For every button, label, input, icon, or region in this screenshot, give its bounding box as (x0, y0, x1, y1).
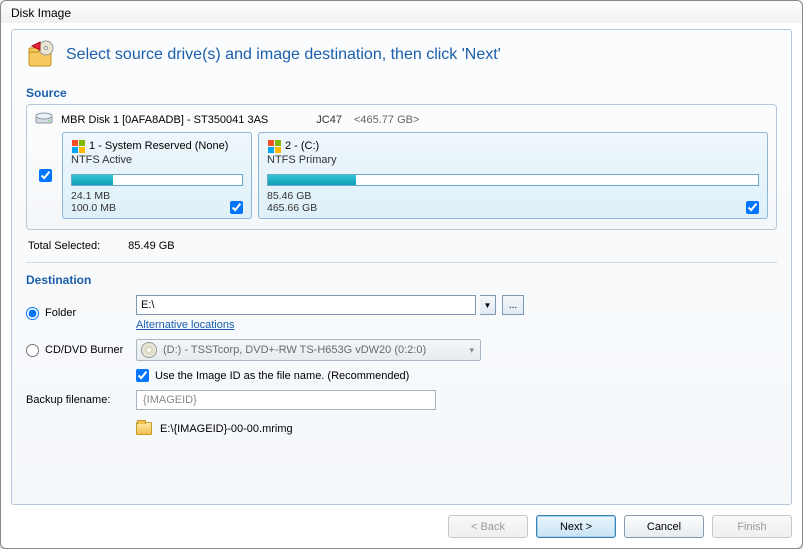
partition-1-title: 1 - System Reserved (None) (89, 140, 228, 152)
partition-1-usage-bar (71, 174, 243, 186)
use-image-id-checkbox[interactable] (136, 369, 149, 382)
disk-size: <465.77 GB> (354, 114, 419, 126)
folder-input[interactable] (136, 295, 476, 315)
alternative-locations-link[interactable]: Alternative locations (136, 319, 234, 331)
partition-1-sizes: 24.1 MB 100.0 MB (71, 190, 116, 214)
titlebar: Disk Image (1, 1, 802, 23)
content: Select source drive(s) and image destina… (1, 23, 802, 548)
dialog-window: Disk Image Select source drive(s) and im… (0, 0, 803, 549)
select-all-wrap (35, 132, 56, 219)
partition-2-total: 465.66 GB (267, 202, 317, 214)
disk-row: MBR Disk 1 [0AFA8ADB] - ST350041 3AS JC4… (35, 111, 768, 128)
source-box: MBR Disk 1 [0AFA8ADB] - ST350041 3AS JC4… (26, 104, 777, 230)
final-path-text: E:\{IMAGEID}-00-00.mrimg (160, 423, 293, 435)
folder-radio[interactable] (26, 307, 39, 320)
partition-1-total: 100.0 MB (71, 202, 116, 214)
windows-flag-icon (71, 139, 85, 153)
disk-image-icon (26, 40, 56, 70)
select-all-checkbox[interactable] (39, 169, 52, 182)
window-title: Disk Image (11, 6, 71, 20)
dvd-drive-icon (141, 342, 157, 358)
partition-2-usage-bar (267, 174, 759, 186)
partition-2[interactable]: 2 - (C:) NTFS Primary 85.46 GB 465.66 GB (258, 132, 768, 219)
totals-row: Total Selected: 85.49 GB (28, 240, 775, 252)
partition-2-footer: 85.46 GB 465.66 GB (267, 190, 759, 214)
partition-1-header: 1 - System Reserved (None) (71, 139, 243, 153)
burner-radio-label[interactable]: CD/DVD Burner (26, 344, 136, 357)
folder-radio-text: Folder (45, 307, 76, 319)
cancel-button[interactable]: Cancel (624, 515, 704, 538)
disk-meta: JC47 (316, 114, 342, 126)
burner-select[interactable]: (D:) - TSSTcorp, DVD+-RW TS-H653G vDW20 … (136, 339, 481, 361)
inner-panel: Select source drive(s) and image destina… (11, 29, 792, 505)
page-header: Select source drive(s) and image destina… (26, 40, 777, 70)
totals-label: Total Selected: (28, 240, 100, 252)
backup-filename-label: Backup filename: (26, 394, 136, 406)
destination-section-label: Destination (26, 273, 777, 287)
folder-cell: ▼ ... Alternative locations (136, 295, 777, 331)
windows-flag-icon (267, 139, 281, 153)
destination-grid: Folder ▼ ... Alternative locations CD/DV… (26, 295, 777, 435)
totals-value: 85.49 GB (128, 240, 174, 252)
use-image-id-row[interactable]: Use the Image ID as the file name. (Reco… (136, 369, 777, 382)
burner-value: (D:) - TSSTcorp, DVD+-RW TS-H653G vDW20 … (163, 344, 426, 356)
partition-1-usage-fill (72, 175, 113, 185)
folder-radio-label[interactable]: Folder (26, 307, 136, 320)
browse-button[interactable]: ... (502, 295, 524, 315)
final-path-row: E:\{IMAGEID}-00-00.mrimg (136, 422, 777, 435)
burner-radio[interactable] (26, 344, 39, 357)
partition-2-header: 2 - (C:) (267, 139, 759, 153)
partition-2-sizes: 85.46 GB 465.66 GB (267, 190, 317, 214)
hard-drive-icon (35, 111, 53, 128)
page-title: Select source drive(s) and image destina… (66, 46, 501, 64)
next-button[interactable]: Next > (536, 515, 616, 538)
backup-filename-input (136, 390, 436, 410)
use-image-id-label: Use the Image ID as the file name. (Reco… (155, 370, 409, 382)
source-section-label: Source (26, 86, 777, 100)
back-button: < Back (448, 515, 528, 538)
partition-1-sub: NTFS Active (71, 154, 243, 166)
finish-button: Finish (712, 515, 792, 538)
partition-1-footer: 24.1 MB 100.0 MB (71, 190, 243, 214)
partition-1[interactable]: 1 - System Reserved (None) NTFS Active 2… (62, 132, 252, 219)
partition-2-checkbox[interactable] (746, 201, 759, 214)
burner-radio-text: CD/DVD Burner (45, 344, 123, 356)
partition-2-title: 2 - (C:) (285, 140, 319, 152)
folder-input-row: ▼ ... (136, 295, 777, 315)
folder-icon (136, 422, 152, 435)
partition-2-sub: NTFS Primary (267, 154, 759, 166)
partitions-container: 1 - System Reserved (None) NTFS Active 2… (35, 132, 768, 219)
button-bar: < Back Next > Cancel Finish (11, 515, 792, 538)
partition-2-usage-fill (268, 175, 356, 185)
burner-cell: (D:) - TSSTcorp, DVD+-RW TS-H653G vDW20 … (136, 339, 777, 361)
partition-1-used: 24.1 MB (71, 190, 116, 202)
separator (26, 262, 777, 263)
partition-2-used: 85.46 GB (267, 190, 317, 202)
disk-name: MBR Disk 1 [0AFA8ADB] - ST350041 3AS (61, 114, 268, 126)
partition-1-checkbox[interactable] (230, 201, 243, 214)
backup-filename-cell (136, 390, 777, 410)
folder-dropdown-button[interactable]: ▼ (480, 295, 496, 315)
